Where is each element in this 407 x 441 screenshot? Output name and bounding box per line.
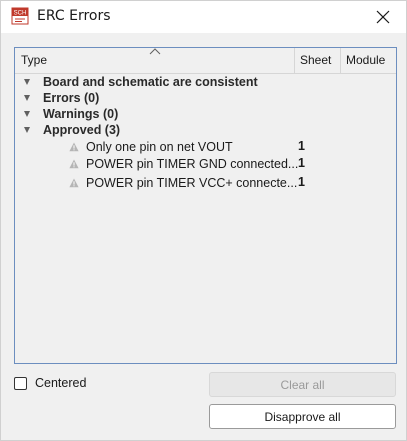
item-description: Only one pin on net VOUT bbox=[86, 140, 233, 154]
warning-icon bbox=[69, 159, 79, 169]
group-label: Errors (0) bbox=[43, 91, 100, 105]
column-header-sheet[interactable]: Sheet bbox=[294, 48, 340, 73]
tree-group-errors[interactable]: Errors (0) bbox=[15, 90, 396, 106]
expand-arrow-icon[interactable] bbox=[24, 95, 30, 101]
tree-item-approved[interactable]: Only one pin on net VOUT 1 bbox=[15, 139, 396, 155]
window-title: ERC Errors bbox=[37, 8, 111, 24]
tree-group-approved[interactable]: Approved (3) bbox=[15, 122, 396, 138]
item-description: POWER pin TIMER VCC+ connecte... bbox=[86, 176, 298, 190]
item-sheet: 1 bbox=[298, 156, 305, 170]
sort-ascending-icon bbox=[149, 48, 161, 55]
tree-header: Type Sheet Module bbox=[15, 48, 396, 74]
tree-group-warnings[interactable]: Warnings (0) bbox=[15, 106, 396, 122]
clear-all-button[interactable]: Clear all bbox=[209, 372, 396, 397]
item-description: POWER pin TIMER GND connected... bbox=[86, 157, 299, 171]
column-header-module[interactable]: Module bbox=[340, 48, 396, 73]
tree-group-consistent[interactable]: Board and schematic are consistent bbox=[15, 74, 396, 90]
schematic-app-icon: SCH bbox=[11, 7, 29, 25]
centered-checkbox[interactable] bbox=[14, 377, 27, 390]
item-sheet: 1 bbox=[298, 175, 305, 189]
svg-text:SCH: SCH bbox=[14, 11, 27, 17]
erc-tree-view[interactable]: Type Sheet Module Board and schematic ar… bbox=[14, 47, 397, 364]
expand-arrow-icon[interactable] bbox=[24, 127, 30, 133]
tree-item-approved[interactable]: POWER pin TIMER VCC+ connecte... 1 bbox=[15, 175, 396, 191]
title-bar: SCH ERC Errors bbox=[1, 1, 406, 33]
tree-item-approved[interactable]: POWER pin TIMER GND connected... 1 bbox=[15, 156, 396, 172]
group-label: Board and schematic are consistent bbox=[43, 75, 258, 89]
item-sheet: 1 bbox=[298, 139, 305, 153]
close-icon bbox=[376, 10, 390, 24]
expand-arrow-icon[interactable] bbox=[24, 111, 30, 117]
expand-arrow-icon[interactable] bbox=[24, 79, 30, 85]
group-label: Approved (3) bbox=[43, 123, 121, 137]
erc-errors-window: SCH ERC Errors Type Sheet Module Board a… bbox=[0, 0, 407, 441]
group-label: Warnings (0) bbox=[43, 107, 119, 121]
disapprove-all-button[interactable]: Disapprove all bbox=[209, 404, 396, 429]
warning-icon bbox=[69, 142, 79, 152]
centered-label: Centered bbox=[35, 376, 87, 390]
warning-icon bbox=[69, 178, 79, 188]
close-button[interactable] bbox=[360, 1, 406, 33]
